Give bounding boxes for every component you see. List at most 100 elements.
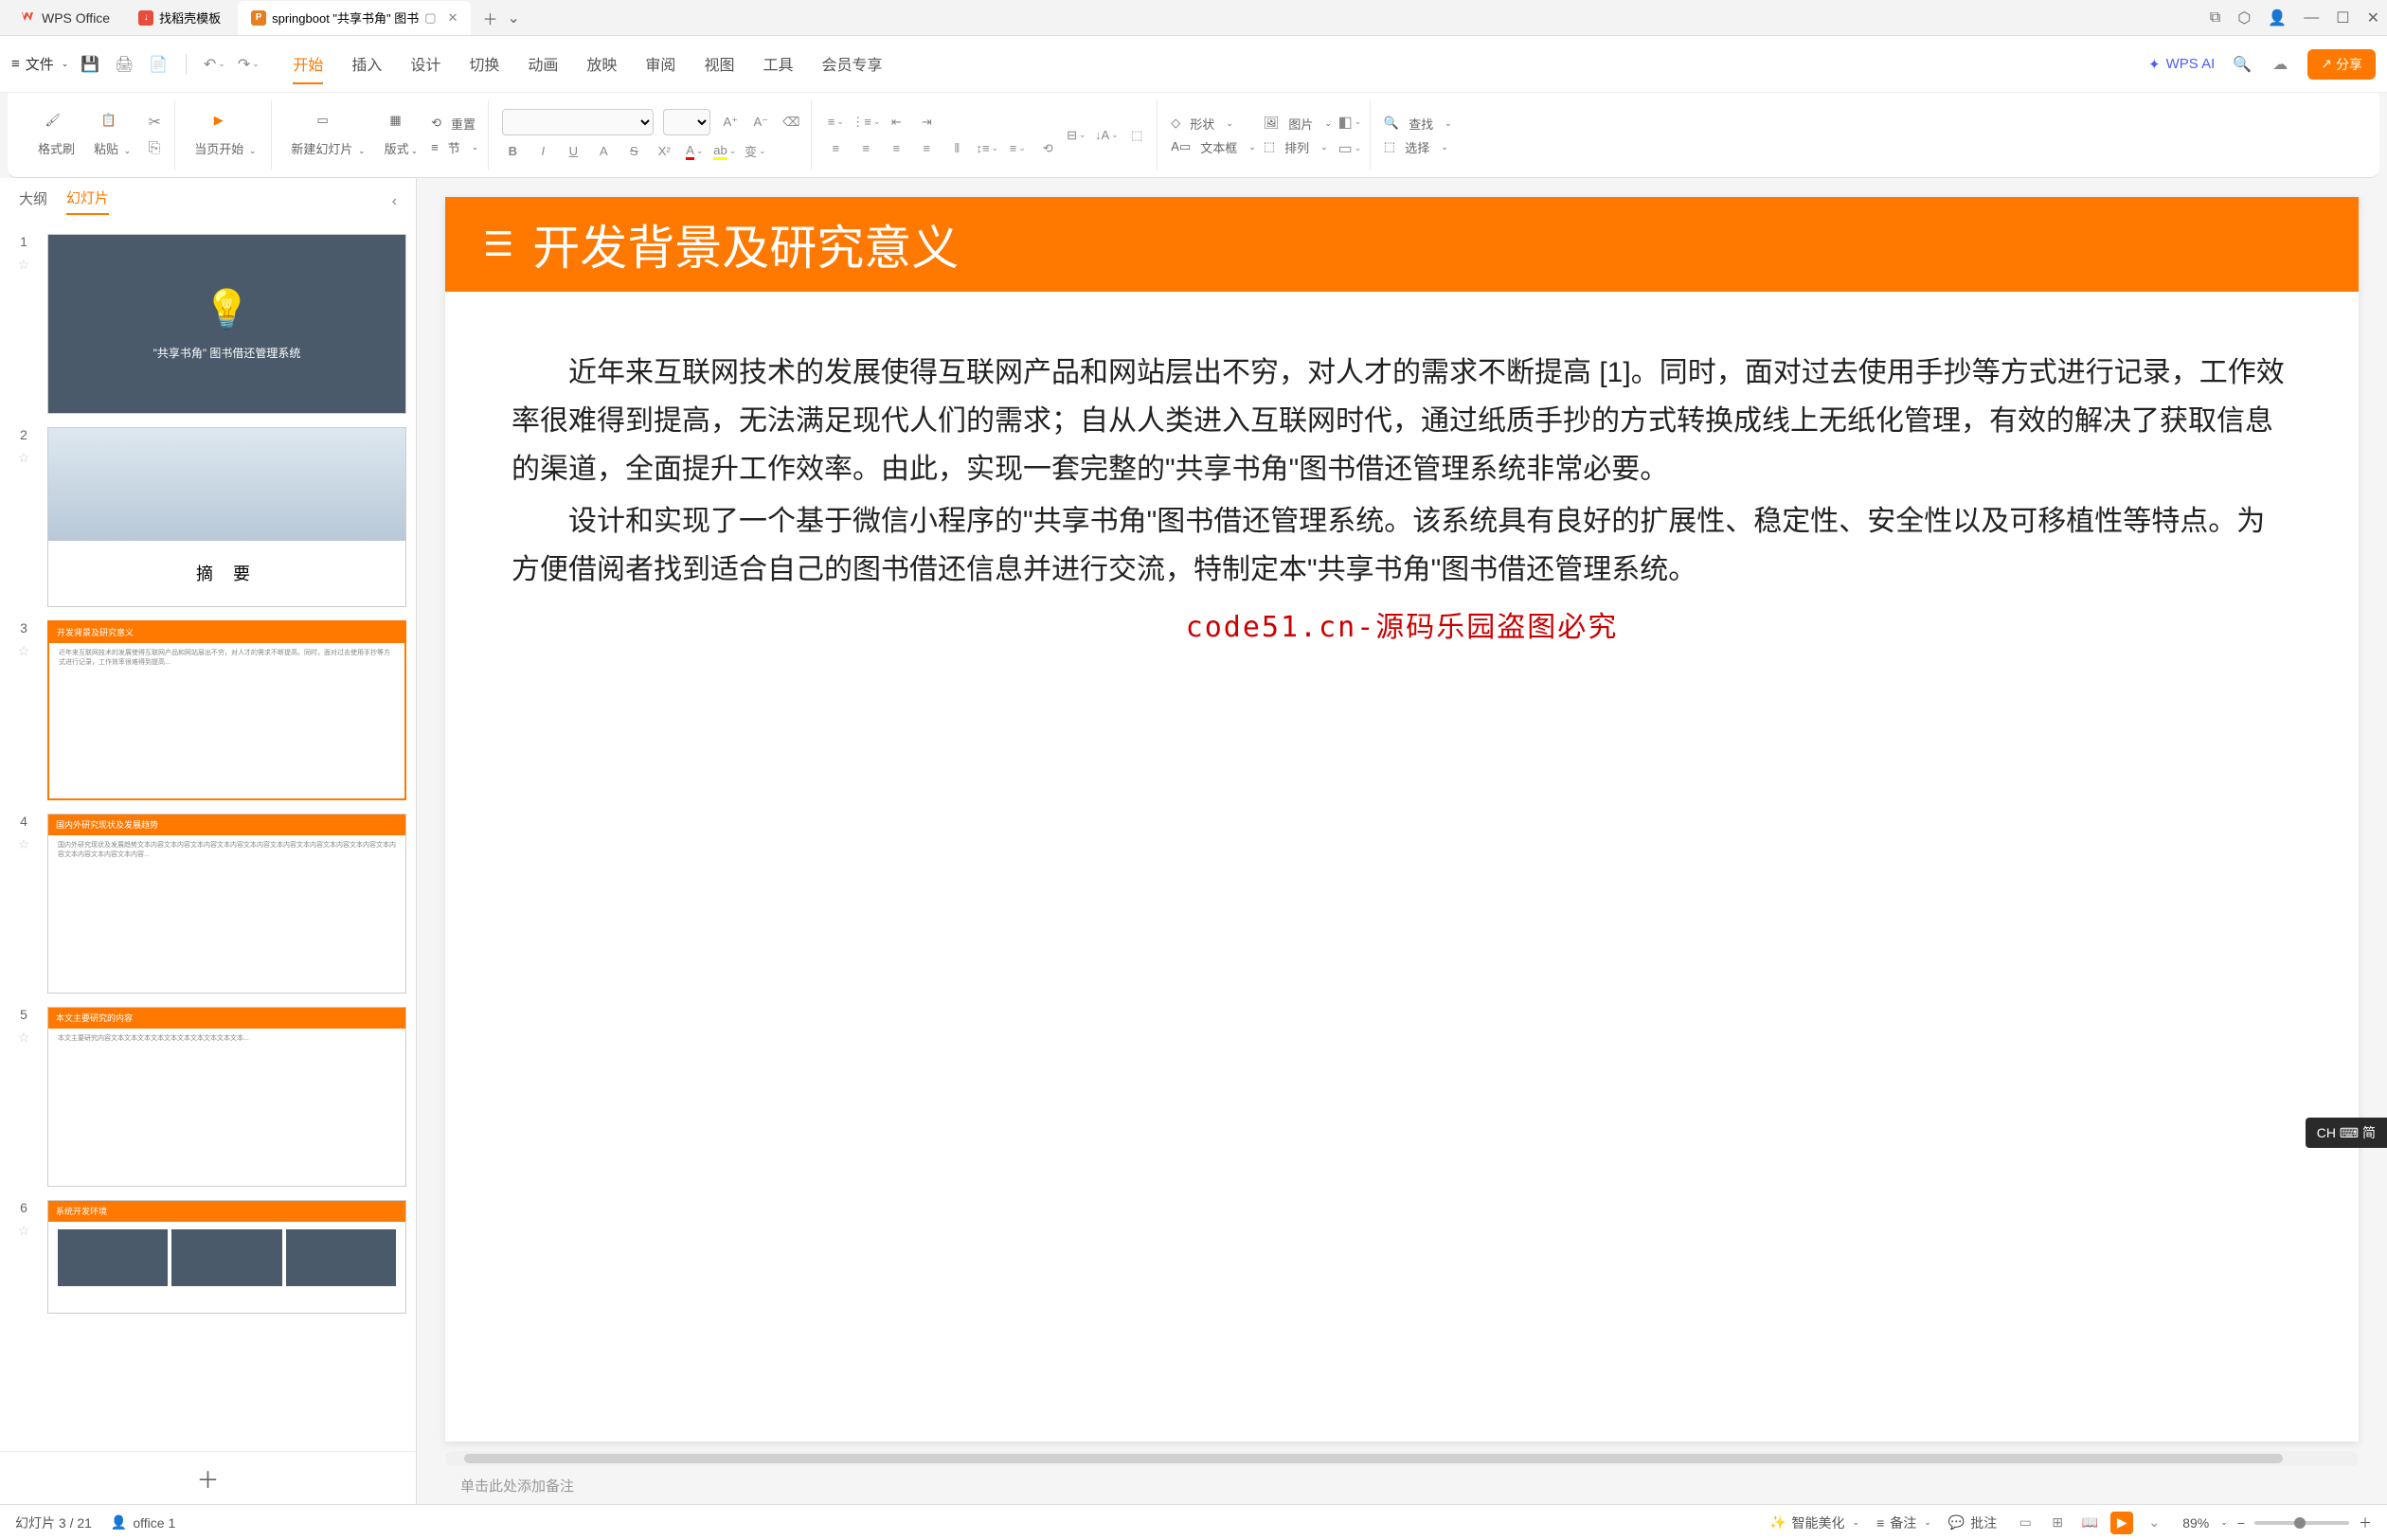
clear-format-icon[interactable]: ⌫	[781, 112, 801, 133]
slide-thumb-3[interactable]: 开发背景及研究意义 近年来互联网技术的发展使得互联网产品和网站层出不穷，对人才的…	[47, 620, 406, 800]
slide-thumb-2[interactable]: 摘 要	[47, 427, 406, 607]
office-indicator[interactable]: 👤office 1	[111, 1514, 175, 1531]
underline-icon[interactable]: U	[563, 141, 583, 162]
cube-icon[interactable]: ⬡	[2237, 9, 2251, 27]
chevron-down-icon[interactable]: ⌄	[2220, 1517, 2228, 1528]
number-list-icon[interactable]: ⋮≡⌄	[855, 112, 876, 133]
zoom-level[interactable]: 89%	[2182, 1515, 2209, 1531]
zoom-out-icon[interactable]: −	[2237, 1515, 2245, 1531]
undo-icon[interactable]: ↶⌄	[204, 54, 224, 75]
font-family-select[interactable]	[502, 109, 654, 135]
text-vertical-icon[interactable]: ↓A⌄	[1096, 125, 1117, 146]
increase-indent-icon[interactable]: ⇥	[916, 112, 937, 133]
redo-icon[interactable]: ↷⌄	[238, 54, 259, 75]
add-slide-button[interactable]: ＋	[0, 1451, 416, 1504]
increase-font-icon[interactable]: A⁺	[720, 112, 741, 133]
tab-template[interactable]: ↓ 找稻壳模板	[125, 1, 234, 35]
share-button[interactable]: ↗ 分享	[2307, 49, 2376, 80]
bold-icon[interactable]: B	[502, 141, 523, 162]
tab-tools[interactable]: 工具	[763, 45, 793, 84]
tab-animation[interactable]: 动画	[528, 45, 558, 84]
paste-button[interactable]: 📋粘贴 ⌄	[88, 109, 136, 161]
reading-view-icon[interactable]: 📖	[2078, 1512, 2101, 1534]
new-slide-button[interactable]: ▭新建幻灯片 ⌄	[285, 109, 370, 161]
smartart-icon[interactable]: ⬚	[1126, 125, 1147, 146]
print-icon[interactable]: 🖨	[114, 54, 135, 75]
wps-ai-button[interactable]: ✦ WPS AI	[2148, 56, 2215, 73]
zoom-in-icon[interactable]: ＋	[2359, 1513, 2372, 1532]
plus-icon[interactable]: ＋	[482, 7, 497, 29]
arrange-button[interactable]: ⬚排列⌄	[1264, 138, 1332, 156]
chevron-down-icon[interactable]: ⌄	[508, 9, 520, 27]
align-center-icon[interactable]: ≡	[855, 138, 876, 159]
maximize-icon[interactable]: ☐	[2336, 9, 2349, 27]
find-button[interactable]: 🔍查找⌄	[1384, 115, 1452, 133]
from-current-button[interactable]: ▶当页开始 ⌄	[188, 109, 261, 161]
preview-icon[interactable]: 📄	[148, 54, 169, 75]
beautify-button[interactable]: ✨智能美化⌄	[1769, 1513, 1859, 1532]
tab-home[interactable]: 开始	[293, 45, 323, 84]
outline-icon[interactable]: ▭⌄	[1339, 138, 1360, 159]
bullet-list-icon[interactable]: ≡⌄	[825, 112, 846, 133]
textbox-button[interactable]: A▭文本框⌄	[1171, 138, 1256, 156]
tab-present-icon[interactable]: ▢	[424, 10, 436, 26]
star-icon[interactable]: ☆	[18, 643, 30, 659]
picture-button[interactable]: 🖼图片⌄	[1264, 115, 1332, 133]
star-icon[interactable]: ☆	[18, 1223, 30, 1239]
cloud-icon[interactable]: ☁	[2270, 54, 2290, 75]
new-tab[interactable]: ＋ ⌄	[482, 7, 519, 29]
align-left-icon[interactable]: ≡	[825, 138, 846, 159]
slideshow-icon[interactable]: ▶	[2110, 1512, 2133, 1534]
app-logo[interactable]: WPS Office	[8, 9, 121, 27]
columns-icon[interactable]: ⫴	[946, 138, 967, 159]
slide-thumb-5[interactable]: 本文主要研究的内容 本文主要研究内容文本文本文本文本文本文本文本文本文本文本..…	[47, 1007, 406, 1187]
tab-slides[interactable]: 幻灯片	[66, 188, 109, 215]
tab-vip[interactable]: 会员专享	[821, 45, 882, 84]
normal-view-icon[interactable]: ▭	[2014, 1512, 2037, 1534]
slide-thumb-1[interactable]: 💡 "共享书角" 图书借还管理系统	[47, 234, 406, 414]
slide-thumb-6[interactable]: 系统开发环境	[47, 1200, 406, 1314]
decrease-indent-icon[interactable]: ⇤	[886, 112, 906, 133]
close-icon[interactable]: ✕	[448, 10, 458, 26]
tab-insert[interactable]: 插入	[351, 45, 382, 84]
slide-thumb-4[interactable]: 国内外研究现状及发展趋势 国内外研究现状及发展趋势文本内容文本内容文本内容文本内…	[47, 814, 406, 994]
decrease-font-icon[interactable]: A⁻	[750, 112, 771, 133]
tab-design[interactable]: 设计	[410, 45, 440, 84]
star-icon[interactable]: ☆	[18, 1030, 30, 1046]
file-menu[interactable]: ≡ 文件 ⌄	[11, 54, 68, 74]
align-justify-icon[interactable]: ≡	[916, 138, 937, 159]
ime-indicator[interactable]: CH ⌨ 简	[2306, 1118, 2387, 1148]
close-window-icon[interactable]: ✕	[2367, 9, 2379, 27]
notes-input[interactable]: 单击此处添加备注	[445, 1466, 2359, 1504]
slide-canvas[interactable]: ☰ 开发背景及研究意义 近年来互联网技术的发展使得互联网产品和网站层出不穷，对人…	[445, 197, 2359, 1442]
line-spacing-icon[interactable]: ↕≡⌄	[977, 138, 997, 159]
fill-icon[interactable]: ◧⌄	[1339, 112, 1360, 133]
paragraph-spacing-icon[interactable]: ≡⌄	[1007, 138, 1028, 159]
font-color-icon[interactable]: A⌄	[684, 141, 705, 162]
star-icon[interactable]: ☆	[18, 450, 30, 466]
pinyin-icon[interactable]: 变⌄	[745, 141, 765, 162]
cut-icon[interactable]: ✂	[144, 112, 165, 133]
tab-document[interactable]: P springboot "共享书角" 图书 ▢ ✕	[238, 1, 471, 35]
superscript-icon[interactable]: X²	[654, 141, 674, 162]
search-icon[interactable]: 🔍	[2232, 54, 2252, 75]
horizontal-scrollbar[interactable]	[445, 1451, 2359, 1466]
italic-icon[interactable]: I	[532, 141, 553, 162]
tab-transition[interactable]: 切换	[469, 45, 499, 84]
avatar[interactable]: 👤	[2268, 9, 2287, 27]
save-icon[interactable]: 💾	[80, 54, 100, 75]
strikethrough-icon[interactable]: S	[623, 141, 644, 162]
restore-icon[interactable]: ⧉	[2210, 9, 2220, 27]
notes-button[interactable]: ≡备注⌄	[1876, 1513, 1931, 1532]
sorter-view-icon[interactable]: ⊞	[2046, 1512, 2069, 1534]
tab-review[interactable]: 审阅	[645, 45, 675, 84]
star-icon[interactable]: ☆	[18, 257, 30, 273]
text-align-icon[interactable]: ⊟⌄	[1066, 125, 1086, 146]
select-button[interactable]: ⬚选择⌄	[1384, 138, 1452, 156]
text-direction-icon[interactable]: ⟲	[1037, 138, 1058, 159]
highlight-icon[interactable]: ab⌄	[714, 141, 735, 162]
copy-icon[interactable]: ⎘	[144, 138, 165, 159]
star-icon[interactable]: ☆	[18, 836, 30, 852]
shape-button[interactable]: ◇形状⌄	[1171, 115, 1256, 133]
align-right-icon[interactable]: ≡	[886, 138, 906, 159]
